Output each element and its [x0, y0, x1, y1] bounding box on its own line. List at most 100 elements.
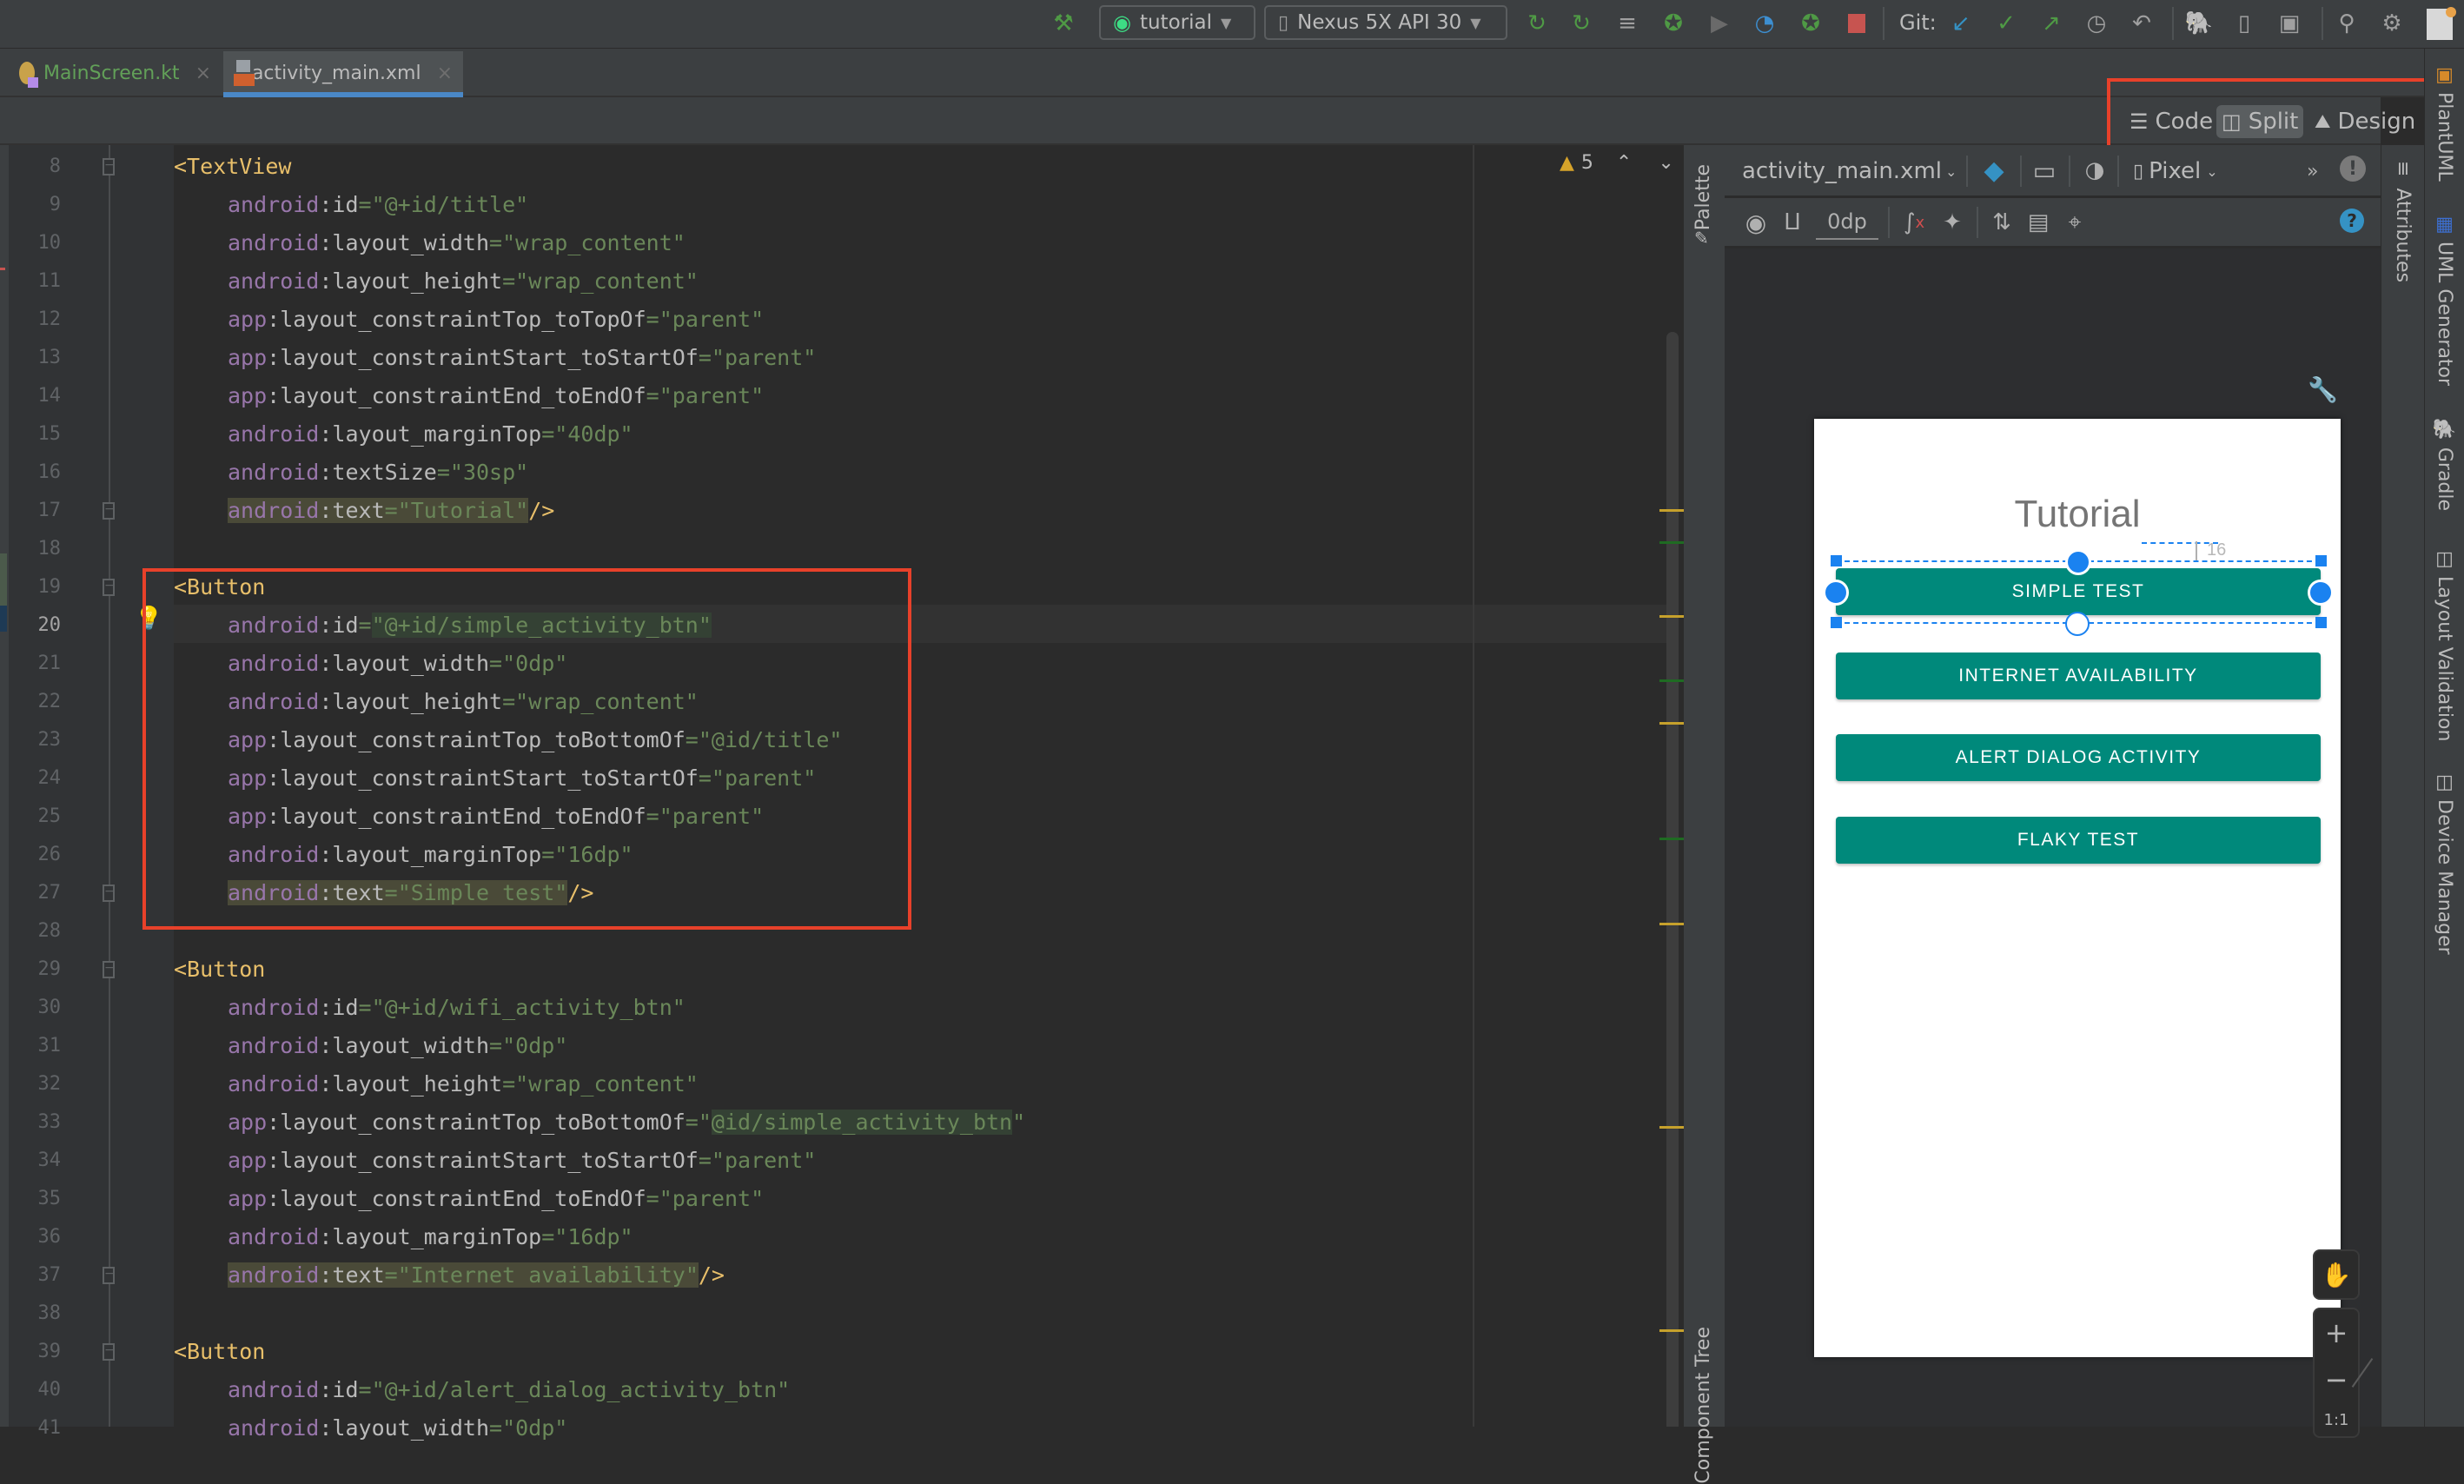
code-line[interactable]: <Button — [174, 951, 265, 989]
sdk-manager-icon[interactable]: ▣ — [2275, 9, 2304, 38]
apply-changes-icon[interactable]: ↻ — [1522, 9, 1552, 38]
code-line[interactable]: app:layout_constraintStart_toStartOf="pa… — [228, 1142, 816, 1180]
design-blueprint-icon[interactable]: ◆ — [1977, 152, 2011, 189]
code-line[interactable]: app:layout_constraintStart_toStartOf="pa… — [228, 339, 816, 377]
zoom-in-button[interactable]: + — [2325, 1316, 2348, 1349]
uml-generator-tab[interactable]: ▦ UML Generator — [2434, 214, 2455, 386]
code-line[interactable]: android:id="@+id/alert_dialog_activity_b… — [228, 1371, 790, 1409]
code-line[interactable]: <TextView — [174, 148, 291, 186]
fold-toggle-icon[interactable]: − — [103, 961, 115, 978]
preview-button-alert-dialog-activity[interactable]: ALERT DIALOG ACTIVITY — [1836, 734, 2321, 781]
preview-button-flaky-test[interactable]: FLAKY TEST — [1836, 817, 2321, 864]
view-options-icon[interactable]: ◉ — [1740, 205, 1772, 240]
code-line[interactable]: android:id="@+id/title" — [228, 186, 528, 224]
device-dropdown[interactable]: ▯ Nexus 5X API 30 ▼ — [1264, 5, 1507, 40]
more-options-icon[interactable]: » — [2307, 154, 2318, 189]
resize-handle-top-left[interactable] — [1831, 555, 1842, 566]
code-line[interactable]: android:layout_height="wrap_content" — [228, 262, 699, 301]
warning-marker[interactable] — [1659, 509, 1684, 512]
code-line[interactable]: app:layout_constraintTop_toTopOf="parent… — [228, 301, 764, 339]
attributes-tab[interactable]: ≡ Attributes — [2392, 161, 2414, 282]
search-icon[interactable]: ⚲ — [2332, 9, 2361, 38]
code-line[interactable]: android:textSize="30sp" — [228, 454, 528, 492]
clear-constraints-icon[interactable]: ∫ x — [1898, 205, 1930, 240]
fold-toggle-icon[interactable]: − — [103, 1343, 115, 1361]
fold-toggle-icon[interactable]: − — [103, 502, 115, 520]
git-rollback-icon[interactable]: ↶ — [2127, 9, 2156, 38]
palette-tab[interactable]: Palette — [1692, 164, 1714, 230]
change-marker[interactable] — [1659, 838, 1684, 840]
code-line[interactable]: app:layout_constraintEnd_toEndOf="parent… — [228, 1180, 764, 1218]
code-line[interactable]: app:layout_constraintEnd_toEndOf="parent… — [228, 377, 764, 415]
gradle-sync-icon[interactable]: 🐘 — [2184, 9, 2214, 38]
resize-handle-bottom-left[interactable] — [1831, 617, 1842, 628]
infer-constraints-icon[interactable]: ✦ — [1937, 205, 1968, 240]
change-marker[interactable] — [1659, 679, 1684, 682]
avatar[interactable] — [2427, 7, 2456, 40]
constraint-anchor-bottom[interactable] — [2065, 612, 2090, 636]
device-manager-tab[interactable]: ◫ Device Manager — [2434, 772, 2455, 955]
wrench-icon[interactable]: 🔧 — [2308, 375, 2338, 404]
tab-mainscreen-kt[interactable]: MainScreen.kt × — [9, 51, 222, 95]
layout-validation-tab[interactable]: ◫ Layout Validation — [2434, 548, 2455, 741]
stop-icon[interactable] — [1842, 9, 1871, 38]
resize-handle-bottom-right[interactable] — [2315, 617, 2327, 628]
code-line[interactable]: app:layout_constraintTop_toBottomOf="@id… — [228, 1103, 1025, 1142]
sync-project-icon[interactable]: ≡ — [1613, 9, 1642, 38]
guidelines-icon[interactable]: ⌖ — [2058, 205, 2091, 240]
help-icon[interactable]: ? — [2340, 209, 2364, 233]
git-history-icon[interactable]: ◷ — [2082, 9, 2111, 38]
warning-marker[interactable] — [1659, 1126, 1684, 1129]
close-icon[interactable]: × — [437, 63, 453, 84]
settings-icon[interactable]: ⚙ — [2377, 9, 2407, 38]
pack-icon[interactable]: ⇅ — [1985, 205, 2018, 240]
code-line[interactable]: android:text="Tutorial"/> — [228, 492, 554, 530]
constraint-anchor-end[interactable] — [2308, 580, 2334, 606]
code-line[interactable]: android:layout_width="0dp" — [228, 1409, 567, 1448]
fold-toggle-icon[interactable]: − — [103, 579, 115, 596]
editor-scrollbar[interactable] — [1666, 332, 1679, 1427]
code-line[interactable]: android:id="@+id/wifi_activity_btn" — [228, 989, 686, 1027]
issues-icon[interactable]: ! — [2340, 156, 2366, 182]
fold-toggle-icon[interactable]: − — [103, 1267, 115, 1284]
fold-toggle-icon[interactable]: − — [103, 884, 115, 902]
default-margins-dropdown[interactable]: 0dp — [1816, 205, 1878, 240]
preview-title-text[interactable]: Tutorial — [1814, 493, 2341, 536]
preview-button-simple-test[interactable]: SIMPLE TEST — [1836, 568, 2321, 615]
warning-marker[interactable] — [1659, 923, 1684, 925]
pan-tool-button[interactable]: ✋ — [2313, 1249, 2360, 1300]
change-marker[interactable] — [1659, 541, 1684, 544]
inspection-widget[interactable]: ▲ 5 ⌃ ⌄ — [1560, 152, 1674, 174]
attach-debugger-icon[interactable]: ✪ — [1796, 9, 1825, 38]
code-line[interactable]: <Button — [174, 1333, 265, 1371]
close-icon[interactable]: × — [195, 63, 211, 84]
constraint-anchor-start[interactable] — [1823, 580, 1849, 606]
zoom-out-button[interactable]: − — [2325, 1363, 2348, 1396]
next-highlight-icon[interactable]: ⌄ — [1658, 152, 1673, 174]
profile-icon[interactable]: ◔ — [1750, 9, 1779, 38]
run-configuration-dropdown[interactable]: ◉ tutorial ▼ — [1099, 5, 1255, 40]
code-line[interactable]: android:layout_height="wrap_content" — [228, 1065, 699, 1103]
git-push-icon[interactable]: ↗ — [2037, 9, 2066, 38]
warning-marker[interactable] — [1659, 615, 1684, 618]
autoconnect-icon[interactable]: ⨿ — [1777, 205, 1808, 240]
device-manager-icon[interactable]: ▯ — [2229, 9, 2259, 38]
layout-file-dropdown[interactable]: activity_main.xml ⌄ — [1742, 154, 1957, 189]
plantuml-tab[interactable]: ▣ PlantUML — [2434, 64, 2455, 182]
align-icon[interactable]: ▤ — [2022, 205, 2055, 240]
run-coverage-icon[interactable]: ▶ — [1705, 9, 1734, 38]
code-line[interactable]: android:text="Internet availability"/> — [228, 1256, 725, 1295]
device-preview-dropdown[interactable]: ▯ Pixel ⌄ — [2133, 154, 2218, 189]
fold-toggle-icon[interactable]: − — [103, 158, 115, 176]
warning-marker[interactable] — [1659, 1329, 1684, 1332]
code-line[interactable]: android:layout_width="wrap_content" — [228, 224, 686, 262]
previous-highlight-icon[interactable]: ⌃ — [1616, 152, 1632, 174]
git-update-icon[interactable]: ↙ — [1946, 9, 1976, 38]
component-tree-tab[interactable]: Component Tree — [1692, 1327, 1714, 1484]
code-line[interactable]: android:layout_marginTop="16dp" — [228, 1218, 633, 1256]
apply-code-changes-icon[interactable]: ↻ — [1566, 9, 1596, 38]
tab-activity-main-xml[interactable]: activity_main.xml × — [223, 51, 463, 97]
code-line[interactable]: android:layout_marginTop="40dp" — [228, 415, 633, 454]
preview-button-internet-availability[interactable]: INTERNET AVAILABILITY — [1836, 653, 2321, 699]
orientation-icon[interactable]: ▭ — [2027, 152, 2062, 189]
